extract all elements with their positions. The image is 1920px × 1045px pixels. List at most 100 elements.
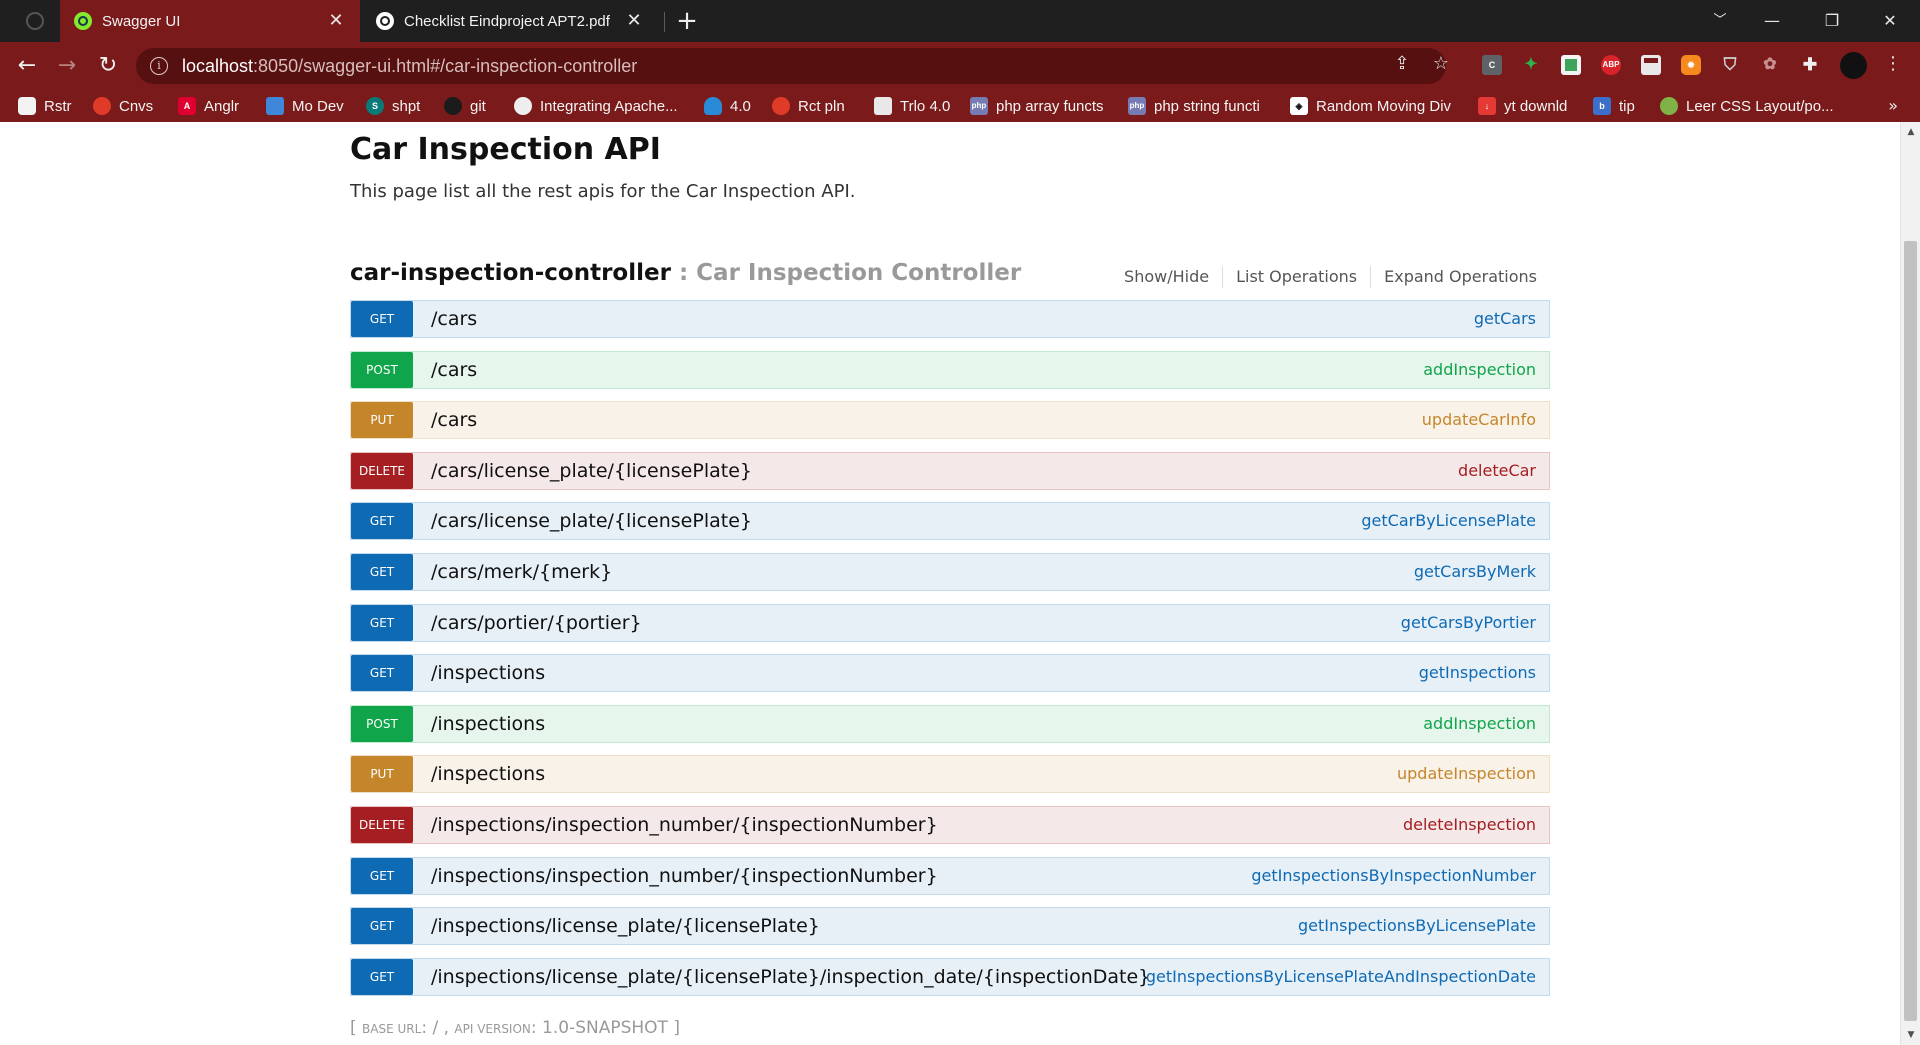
operation-row[interactable]: GET/inspections/inspection_number/{inspe… [350,856,1550,895]
scroll-up-arrow-icon[interactable]: ▲ [1901,124,1920,140]
scroll-down-arrow-icon[interactable]: ▼ [1901,1027,1920,1043]
extension-gear-icon[interactable]: ✹ [1681,55,1701,75]
resource-name-link[interactable]: car-inspection-controller : Car Inspecti… [350,260,1021,286]
bookmark-star-icon[interactable]: ☆ [1428,51,1454,77]
adblock-plus-icon[interactable]: ABP [1601,55,1621,75]
operation-row[interactable]: PUT/inspections updateInspection [350,755,1550,794]
share-icon[interactable]: ⇪ [1389,51,1415,77]
list-operations-link[interactable]: List Operations [1223,266,1372,288]
bookmark-item[interactable]: Mo Dev [266,90,344,122]
operation-path[interactable]: /inspections/inspection_number/{inspecti… [431,865,938,887]
bookmark-item[interactable]: php php array functs [970,90,1104,122]
site-info-icon[interactable]: i [150,57,168,75]
http-method-badge[interactable]: GET [351,958,413,995]
bookmark-item[interactable]: ↓ yt downld [1478,90,1567,122]
operation-nickname[interactable]: getInspectionsByLicensePlateAndInspectio… [1146,959,1536,995]
operation-path[interactable]: /cars [431,359,477,381]
http-method-badge[interactable]: PUT [351,756,413,793]
window-close-button[interactable]: ✕ [1870,6,1910,36]
forward-button[interactable]: → [52,51,82,81]
operation-nickname[interactable]: addInspection [1423,706,1536,742]
operation-nickname[interactable]: updateInspection [1397,756,1536,792]
extension-leaf-icon[interactable]: ✦ [1521,55,1541,75]
operation-row[interactable]: GET/cars/merk/{merk} getCarsByMerk [350,552,1550,591]
operation-nickname[interactable]: getInspections [1419,655,1536,691]
operation-row[interactable]: GET/inspections/license_plate/{licensePl… [350,907,1550,946]
operation-path[interactable]: /cars [431,308,477,330]
operation-path[interactable]: /inspections [431,763,545,785]
bookmark-item[interactable]: Rct pln [772,90,845,122]
operation-path[interactable]: /inspections/license_plate/{licensePlate… [431,915,820,937]
close-tab-icon[interactable]: ✕ [326,10,346,30]
operation-row[interactable]: GET/cars/license_plate/{licensePlate} get… [350,502,1550,541]
bookmark-item[interactable]: Integrating Apache... [514,90,678,122]
operation-row[interactable]: POST/cars addInspection [350,350,1550,389]
operation-nickname[interactable]: getInspectionsByLicensePlate [1298,908,1536,944]
http-method-badge[interactable]: GET [351,553,413,590]
operation-nickname[interactable]: getInspectionsByInspectionNumber [1251,858,1536,894]
bookmark-item[interactable]: Rstr [18,90,72,122]
http-method-badge[interactable]: GET [351,301,413,337]
bookmark-item[interactable]: Cnvs [93,90,153,122]
new-tab-button[interactable]: + [672,6,702,36]
bookmark-item[interactable]: 4.0 [704,90,751,122]
http-method-badge[interactable]: DELETE [351,806,413,843]
http-method-badge[interactable]: PUT [351,402,413,439]
address-bar[interactable]: i localhost:8050/swagger-ui.html#/car-in… [136,48,1446,84]
operation-nickname[interactable]: addInspection [1423,352,1536,388]
minimize-button[interactable]: — [1752,6,1792,36]
operation-path[interactable]: /inspections/inspection_number/{inspecti… [431,814,938,836]
back-button[interactable]: ← [12,51,42,81]
operation-path[interactable]: /cars/license_plate/{licensePlate} [431,510,752,532]
http-method-badge[interactable]: GET [351,604,413,641]
shield-icon[interactable]: ⛉ [1720,55,1740,75]
operation-nickname[interactable]: getCarsByMerk [1414,554,1536,590]
operation-nickname[interactable]: getCarsByPortier [1401,605,1536,641]
extension-c-icon[interactable]: C [1482,55,1502,75]
http-method-badge[interactable]: GET [351,655,413,692]
expand-operations-link[interactable]: Expand Operations [1371,266,1550,288]
http-method-badge[interactable]: GET [351,857,413,894]
operation-path[interactable]: /cars [431,409,477,431]
bookmark-item[interactable]: git [444,90,486,122]
sync-icon[interactable]: ✿ [1760,55,1780,75]
operation-nickname[interactable]: deleteInspection [1403,807,1536,843]
profile-avatar[interactable] [1840,52,1867,79]
operation-row[interactable]: GET/inspections getInspections [350,654,1550,693]
operation-row[interactable]: GET/cars/portier/{portier} getCarsByPorti… [350,603,1550,642]
browser-menu-icon[interactable]: ⋮ [1880,51,1906,77]
tab-search-button[interactable] [14,0,54,42]
tab-swagger-ui[interactable]: Swagger UI ✕ [60,0,360,42]
operation-row[interactable]: POST/inspections addInspection [350,704,1550,743]
bookmark-item[interactable]: ◈ Random Moving Div [1290,90,1451,122]
operation-row[interactable]: GET/cars getCars [350,300,1550,338]
operation-nickname[interactable]: getCars [1474,301,1536,337]
http-method-badge[interactable]: GET [351,503,413,540]
operation-nickname[interactable]: getCarByLicensePlate [1361,503,1536,539]
tab-checklist-pdf[interactable]: Checklist Eindproject APT2.pdf ✕ [362,0,658,42]
close-tab-icon[interactable]: ✕ [624,10,644,30]
bookmark-item[interactable]: Leer CSS Layout/po... [1660,90,1834,122]
operation-path[interactable]: /inspections [431,662,545,684]
operation-path[interactable]: /inspections [431,713,545,735]
show-hide-link[interactable]: Show/Hide [1111,266,1224,288]
operation-path[interactable]: /cars/merk/{merk} [431,561,612,583]
operation-path[interactable]: /cars/portier/{portier} [431,612,642,634]
bookmark-item[interactable]: Trlo 4.0 [874,90,950,122]
extensions-puzzle-icon[interactable]: ✚ [1800,55,1820,75]
scrollbar-thumb[interactable] [1904,241,1917,1021]
operation-row[interactable]: PUT/cars updateCarInfo [350,401,1550,440]
bookmark-item[interactable]: Sshpt [366,90,420,122]
operation-row[interactable]: DELETE/cars/license_plate/{licensePlate}… [350,451,1550,490]
more-bookmarks-button[interactable]: » [1888,96,1898,115]
http-method-badge[interactable]: POST [351,705,413,742]
reload-button[interactable]: ↻ [93,51,123,81]
tab-search-chevron-icon[interactable]: ﹀ [1700,6,1740,36]
bookmark-item[interactable]: b tip [1593,90,1635,122]
operation-row[interactable]: GET/inspections/license_plate/{licensePl… [350,957,1550,996]
bookmark-item[interactable]: A Anglr [178,90,239,122]
operation-nickname[interactable]: deleteCar [1458,453,1536,489]
extension-window-icon[interactable] [1641,55,1661,75]
extension-sheet-icon[interactable] [1561,55,1581,75]
operation-row[interactable]: DELETE/inspections/inspection_number/{in… [350,805,1550,844]
